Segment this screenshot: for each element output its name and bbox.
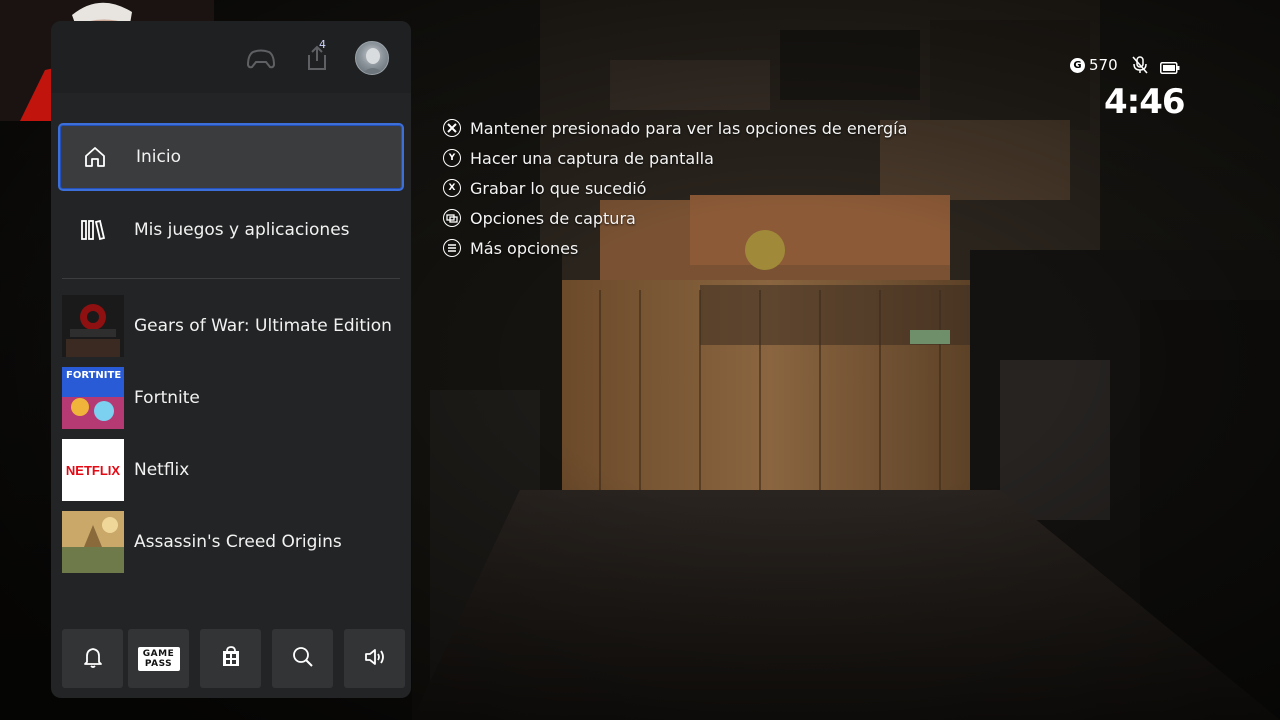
hint-text-more-options: Más opciones: [470, 238, 579, 258]
recent-item-fortnite[interactable]: FORTNITE Fortnite: [62, 367, 402, 429]
guide-panel: 4 Inicio Mis juegos y aplicaciones Gears…: [51, 21, 411, 698]
fortnite-thumbnail: FORTNITE: [62, 367, 124, 429]
netflix-thumbnail-text: NETFLIX: [65, 462, 121, 478]
recent-label-fortnite: Fortnite: [134, 388, 200, 408]
notification-count-badge: 4: [319, 38, 326, 51]
x-button-icon: X: [443, 179, 461, 197]
bell-icon: [81, 645, 105, 673]
status-area: G 570 4:46: [1066, 55, 1186, 125]
gears-of-war-thumbnail: [62, 295, 124, 357]
speaker-icon: [363, 645, 387, 673]
controller-icon[interactable]: [247, 45, 275, 73]
hint-text-capture-options: Opciones de captura: [470, 208, 636, 228]
menu-button-icon: [443, 239, 461, 257]
recent-label-gears-of-war: Gears of War: Ultimate Edition: [134, 316, 392, 336]
hint-screenshot: Y Hacer una captura de pantalla: [443, 146, 714, 170]
nav-item-home[interactable]: Inicio: [58, 123, 404, 191]
hint-record: X Grabar lo que sucedió: [443, 176, 646, 200]
divider: [62, 278, 400, 279]
search-button[interactable]: [272, 629, 333, 688]
search-icon: [291, 645, 315, 673]
home-icon: [65, 145, 125, 169]
netflix-thumbnail: NETFLIX: [62, 439, 124, 501]
clock: 4:46: [1104, 82, 1186, 122]
nav-item-my-games-apps[interactable]: Mis juegos y aplicaciones: [58, 196, 404, 264]
xbox-button-icon: [443, 119, 461, 137]
hint-capture-options: Opciones de captura: [443, 206, 636, 230]
audio-button[interactable]: [344, 629, 405, 688]
hint-more-options: Más opciones: [443, 236, 578, 260]
recent-item-gears-of-war[interactable]: Gears of War: Ultimate Edition: [62, 295, 402, 357]
gamerscore-icon: G: [1070, 58, 1085, 73]
hint-power-options: Mantener presionado para ver las opcione…: [443, 116, 907, 140]
hint-text-screenshot: Hacer una captura de pantalla: [470, 148, 714, 168]
assassins-creed-thumbnail: [62, 511, 124, 573]
game-pass-logo: GAME PASS: [137, 646, 180, 671]
game-pass-line2: PASS: [144, 658, 173, 669]
store-icon: [219, 645, 243, 673]
recent-item-netflix[interactable]: NETFLIX Netflix: [62, 439, 402, 501]
recent-item-assassins-creed[interactable]: Assassin's Creed Origins: [62, 511, 402, 573]
store-button[interactable]: [200, 629, 261, 688]
y-button-label: Y: [448, 153, 456, 163]
library-icon: [63, 219, 123, 241]
fortnite-thumbnail-text: FORTNITE: [66, 370, 122, 381]
guide-header: 4: [51, 21, 411, 93]
recent-label-netflix: Netflix: [134, 460, 190, 480]
profile-avatar[interactable]: [355, 41, 389, 75]
gamerscore-value: 570: [1089, 56, 1118, 74]
nav-label-my-games-apps: Mis juegos y aplicaciones: [134, 220, 350, 240]
nav-label-home: Inicio: [136, 147, 181, 167]
battery-icon: [1160, 59, 1180, 74]
game-pass-button[interactable]: GAME PASS: [128, 629, 189, 688]
notifications-button[interactable]: [62, 629, 123, 688]
social-icon[interactable]: [303, 43, 331, 73]
game-pass-line1: GAME: [142, 648, 175, 659]
x-button-label: X: [448, 183, 456, 193]
mic-muted-icon: [1130, 55, 1150, 75]
y-button-icon: Y: [443, 149, 461, 167]
hint-text-record: Grabar lo que sucedió: [470, 178, 647, 198]
view-button-icon: [443, 209, 461, 227]
recent-label-assassins-creed: Assassin's Creed Origins: [134, 532, 342, 552]
hint-text-power: Mantener presionado para ver las opcione…: [470, 118, 908, 138]
